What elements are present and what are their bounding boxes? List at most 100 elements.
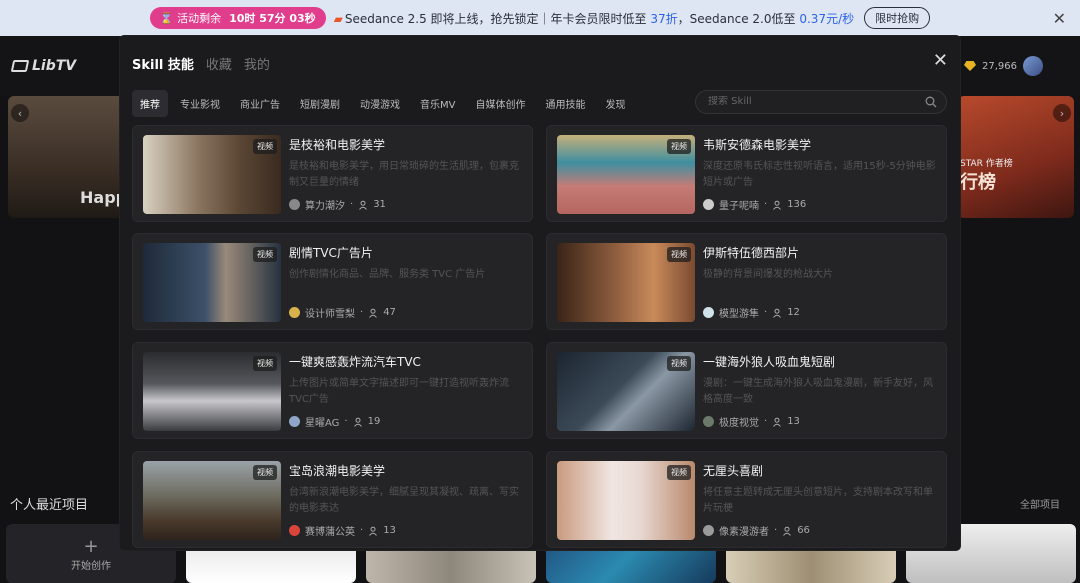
user-icon: [783, 526, 792, 536]
separator: ·: [360, 307, 364, 318]
skill-description: 是枝裕和电影美学，用日常琐碎的生活肌理，包裹克制又巨量的情绪: [289, 161, 519, 188]
promo-text-mid: ，Seedance 2.0低至: [677, 11, 796, 26]
skill-title: 剧情TVC广告片: [289, 246, 373, 260]
author-avatar: [703, 416, 714, 427]
avatar[interactable]: [1023, 56, 1043, 76]
skill-card[interactable]: 视频 一键海外狼人吸血鬼短剧 漫剧：一键生成海外狼人吸血鬼漫剧，新手友好，风格高…: [546, 342, 947, 439]
promo-text: Seedance 2.5 即将上线，抢先锁定｜年卡会员限时低至: [344, 11, 647, 26]
skill-card[interactable]: 视频 宝岛浪潮电影美学 台湾新浪潮电影美学，细腻呈现其凝视、疏离、写实的电影表达…: [132, 451, 533, 548]
category-anime-game[interactable]: 动漫游戏: [352, 90, 408, 117]
author-name: 极度视觉: [719, 418, 759, 429]
gem-icon: [964, 61, 976, 71]
author-avatar: [289, 307, 300, 318]
usage-count: 136: [787, 199, 807, 210]
category-general[interactable]: 通用技能: [537, 90, 593, 117]
search-icon[interactable]: [925, 96, 937, 108]
category-recommended[interactable]: 推荐: [132, 90, 168, 117]
usage-count: 31: [373, 199, 386, 210]
close-icon[interactable]: ✕: [1053, 9, 1066, 28]
category-self-media[interactable]: 自媒体创作: [467, 90, 533, 117]
separator: ·: [764, 416, 768, 427]
skill-description: 创作剧情化商品、品牌、服务类 TVC 广告片: [289, 269, 486, 280]
promo-discount: 37折: [650, 11, 678, 26]
skill-title: 伊斯特伍德西部片: [703, 246, 800, 260]
plus-icon: +: [83, 535, 99, 557]
logo-text: LibTV: [32, 58, 77, 74]
skill-title: 一键海外狼人吸血鬼短剧: [703, 355, 836, 369]
skill-card[interactable]: 视频 无厘头喜剧 将任意主题转成无厘头创意短片，支持剧本改写和单片玩梗 像素漫游…: [546, 451, 947, 548]
skill-title: 无厘头喜剧: [703, 464, 764, 478]
modal-tabs: Skill 技能 收藏 我的: [132, 54, 270, 73]
user-icon: [369, 308, 378, 318]
skill-title: 宝岛浪潮电影美学: [289, 464, 386, 478]
chevron-left-icon[interactable]: ‹: [11, 104, 29, 122]
close-icon[interactable]: ✕: [933, 50, 948, 71]
category-music-mv[interactable]: 音乐MV: [412, 90, 463, 117]
video-badge: 视频: [667, 465, 691, 480]
skill-thumbnail: 视频: [143, 461, 281, 540]
usage-count: 12: [787, 307, 800, 318]
separator: ·: [764, 199, 768, 210]
usage-count: 13: [383, 525, 396, 536]
author-name: 赛博蒲公英: [305, 527, 355, 538]
separator: ·: [774, 525, 778, 536]
promo-banner: ⌛ 活动剩余 10时 57分 03秒 ▰ Seedance 2.5 即将上线，抢先锁…: [0, 0, 1080, 36]
credits-display[interactable]: 27,966: [964, 56, 1043, 76]
author-avatar: [703, 525, 714, 536]
usage-count: 19: [367, 416, 381, 427]
countdown-timer: 10时 57分 03秒: [229, 12, 316, 25]
video-badge: 视频: [667, 356, 691, 371]
user-icon: [773, 308, 782, 318]
skill-card[interactable]: 视频 一键爽感轰炸流汽车TVC 上传图片或简单文字描述即可一键打造视听轰炸流TV…: [132, 342, 533, 439]
user-icon: [773, 417, 782, 427]
author-name: 模型游隼: [719, 309, 759, 320]
promo-price: 0.37元/秒: [799, 11, 855, 26]
video-badge: 视频: [667, 247, 691, 262]
author-name: 算力潮汐: [305, 201, 345, 212]
app-logo[interactable]: LibTV: [10, 58, 77, 74]
separator: ·: [350, 199, 354, 210]
all-projects-link[interactable]: 全部项目: [1020, 496, 1060, 511]
tv-icon: [10, 60, 30, 72]
skill-thumbnail: 视频: [557, 461, 695, 540]
category-commercial[interactable]: 商业广告: [232, 90, 288, 117]
skill-card[interactable]: 视频 韦斯安德森电影美学 深度还原韦氏标志性视听语言，适用15秒-5分钟电影短片…: [546, 125, 947, 222]
skill-description: 台湾新浪潮电影美学，细腻呈现其凝视、疏离、写实的电影表达: [289, 487, 519, 514]
skill-card[interactable]: 视频 剧情TVC广告片 创作剧情化商品、品牌、服务类 TVC 广告片 设计师雪梨…: [132, 233, 533, 330]
category-discover[interactable]: 发现: [597, 90, 633, 117]
skill-title: 韦斯安德森电影美学: [703, 138, 812, 152]
skill-thumbnail: 视频: [557, 352, 695, 431]
skill-meta: 算力潮汐 · 31: [289, 197, 386, 212]
fire-icon: ▰: [333, 11, 343, 26]
skill-meta: 模型游隼 · 12: [703, 305, 800, 320]
video-badge: 视频: [253, 139, 277, 154]
category-short-drama[interactable]: 短剧漫剧: [292, 90, 348, 117]
user-icon: [359, 200, 368, 210]
banner-right-title: 行榜: [960, 172, 996, 193]
chevron-down-icon[interactable]: ⌄: [534, 546, 542, 550]
skill-card[interactable]: 视频 是枝裕和电影美学 是枝裕和电影美学，用日常琐碎的生活肌理，包裹克制又巨量的…: [132, 125, 533, 222]
recent-projects-title: 个人最近项目: [10, 498, 89, 513]
user-icon: [353, 417, 362, 427]
author-name: 量子呢喃: [719, 201, 759, 212]
tab-favorites[interactable]: 收藏: [206, 54, 232, 73]
separator: ·: [764, 307, 768, 318]
search-input[interactable]: [708, 96, 908, 107]
skill-meta: 赛博蒲公英 · 13: [289, 523, 396, 538]
skill-description: 将任意主题转成无厘头创意短片，支持剧本改写和单片玩梗: [703, 487, 933, 514]
category-film[interactable]: 专业影视: [172, 90, 228, 117]
buy-now-button[interactable]: 限时抢购: [864, 7, 931, 29]
skill-description: 漫剧：一键生成海外狼人吸血鬼漫剧，新手友好，风格高度一致: [703, 378, 933, 405]
author-avatar: [703, 199, 714, 210]
credits-value: 27,966: [982, 60, 1017, 72]
tab-mine[interactable]: 我的: [244, 54, 270, 73]
skill-description: 极静的背景间爆发的枪战大片: [703, 269, 833, 280]
author-avatar: [289, 416, 300, 427]
tab-skill[interactable]: Skill 技能: [132, 54, 194, 73]
skill-thumbnail: 视频: [143, 243, 281, 322]
skill-card[interactable]: 视频 伊斯特伍德西部片 极静的背景间爆发的枪战大片 模型游隼 · 12: [546, 233, 947, 330]
usage-count: 66: [797, 525, 810, 536]
chevron-right-icon[interactable]: ›: [1053, 104, 1071, 122]
skill-description: 深度还原韦氏标志性视听语言，适用15秒-5分钟电影短片或广告: [703, 161, 936, 188]
separator: ·: [344, 416, 348, 427]
